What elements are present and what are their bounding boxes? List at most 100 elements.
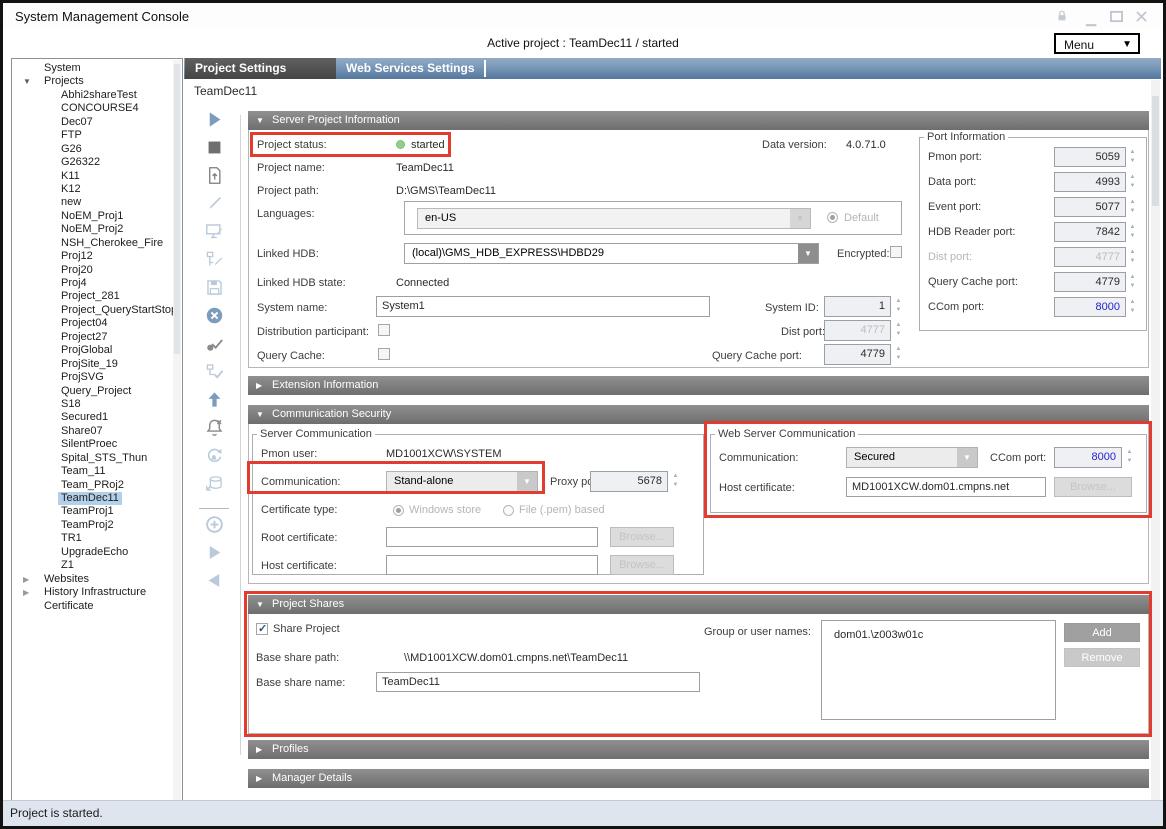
pen-icon[interactable]	[199, 194, 229, 222]
tree-scrollbar[interactable]	[173, 60, 181, 803]
network-edit-icon[interactable]	[199, 250, 229, 278]
tree-item-noem-proj2[interactable]: NoEM_Proj2	[12, 223, 182, 236]
stepper-arrows-icon[interactable]: ▲▼	[1128, 173, 1137, 193]
linked-hdb-select[interactable]: (local)\GMS_HDB_EXPRESS\HDBD29 ▼	[404, 243, 819, 264]
tree-item-proj4[interactable]: Proj4	[12, 277, 182, 290]
stepper-arrows-icon[interactable]: ▲▼	[1125, 448, 1134, 468]
tree-item-websites[interactable]: ▶Websites	[12, 573, 182, 586]
chevron-down-icon[interactable]: ▼	[23, 75, 31, 88]
languages-select[interactable]: en-US ▼	[417, 208, 811, 229]
tree-item-teamproj2[interactable]: TeamProj2	[12, 519, 182, 532]
db-restore-icon[interactable]	[199, 474, 229, 502]
tree-item-share07[interactable]: Share07	[12, 425, 182, 438]
tree-item-dec07[interactable]: Dec07	[12, 116, 182, 129]
section-header-communication-security[interactable]: ▼Communication Security	[248, 405, 1149, 424]
group-name-item[interactable]: dom01.\z003w01c	[822, 621, 1055, 641]
tree-item-g26322[interactable]: G26322	[12, 156, 182, 169]
tree-item-new[interactable]: new	[12, 196, 182, 209]
maximize-button[interactable]	[1109, 10, 1125, 22]
tree-item-k12[interactable]: K12	[12, 183, 182, 196]
network-check-icon[interactable]	[199, 362, 229, 390]
web-communication-select[interactable]: Secured ▼	[846, 447, 978, 468]
event-port-stepper[interactable]: 5077	[1054, 197, 1126, 217]
upload-icon[interactable]	[199, 390, 229, 418]
close-button[interactable]	[1135, 10, 1151, 22]
save-icon[interactable]	[199, 278, 229, 306]
tree-item-spital-sts-thun[interactable]: Spital_STS_Thun	[12, 452, 182, 465]
tree-item-projects[interactable]: ▼Projects	[12, 75, 182, 88]
system-name-input[interactable]: System1	[376, 296, 710, 317]
stepper-arrows-icon[interactable]: ▲▼	[1128, 223, 1137, 243]
alarm-off-icon[interactable]	[199, 418, 229, 446]
tree-item-tr1[interactable]: TR1	[12, 532, 182, 545]
save-as-icon[interactable]	[199, 166, 229, 194]
tree-item-teamproj1[interactable]: TeamProj1	[12, 505, 182, 518]
pmon-port-stepper[interactable]: 5059	[1054, 147, 1126, 167]
encrypted-checkbox[interactable]	[890, 246, 902, 258]
pem-file-radio[interactable]	[503, 505, 514, 516]
section-header-extension-information[interactable]: ▶Extension Information	[248, 376, 1149, 395]
start-icon[interactable]	[199, 110, 229, 138]
tree-item-query-project[interactable]: Query_Project	[12, 385, 182, 398]
web-host-certificate-browse-button[interactable]: Browse...	[1054, 477, 1132, 497]
tree-item-z1[interactable]: Z1	[12, 559, 182, 572]
data-port-stepper[interactable]: 4993	[1054, 172, 1126, 192]
tree-item-silentproec[interactable]: SilentProec	[12, 438, 182, 451]
tree-item-project27[interactable]: Project27	[12, 331, 182, 344]
monitor-edit-icon[interactable]	[199, 222, 229, 250]
group-names-list[interactable]: dom01.\z003w01c	[821, 620, 1056, 720]
stepper-arrows-icon[interactable]: ▲▼	[1128, 273, 1137, 293]
section-header-project-shares[interactable]: ▼Project Shares	[248, 595, 1149, 614]
stepper-arrows-icon[interactable]: ▲▼	[894, 297, 903, 317]
tree-item-history-infrastructure[interactable]: ▶History Infrastructure	[12, 586, 182, 599]
communication-select[interactable]: Stand-alone ▼	[386, 471, 538, 492]
query-cache-checkbox[interactable]	[378, 348, 390, 360]
dist-port-stepper[interactable]: 4777	[1054, 247, 1126, 267]
stepper-arrows-icon[interactable]: ▲▼	[1128, 148, 1137, 168]
tree-item-upgradeecho[interactable]: UpgradeEcho	[12, 546, 182, 559]
query-cache-port-stepper[interactable]: 4779	[1054, 272, 1126, 292]
host-certificate-input[interactable]	[386, 555, 598, 575]
stepper-arrows-icon[interactable]: ▲▼	[894, 345, 903, 365]
tree-item-concourse4[interactable]: CONCOURSE4	[12, 102, 182, 115]
windows-store-radio[interactable]	[393, 505, 404, 516]
root-certificate-browse-button[interactable]: Browse...	[610, 527, 674, 547]
section-header-profiles[interactable]: ▶Profiles	[248, 740, 1149, 759]
cancel-icon[interactable]	[199, 306, 229, 334]
stepper-arrows-icon[interactable]: ▲▼	[1128, 248, 1137, 268]
minimize-button[interactable]	[1085, 15, 1101, 27]
tree-item-teamdec11[interactable]: TeamDec11	[12, 492, 182, 505]
web-host-certificate-input[interactable]: MD1001XCW.dom01.cmpns.net	[846, 477, 1046, 497]
tab-web-services-settings[interactable]: Web Services Settings	[336, 58, 484, 79]
back-icon[interactable]	[199, 571, 229, 599]
add-icon[interactable]	[199, 515, 229, 543]
stepper-arrows-icon[interactable]: ▲▼	[671, 472, 680, 492]
tree-item-proj12[interactable]: Proj12	[12, 250, 182, 263]
tree-item-projglobal[interactable]: ProjGlobal	[12, 344, 182, 357]
tree-item-system[interactable]: System	[12, 62, 182, 75]
tree-item-noem-proj1[interactable]: NoEM_Proj1	[12, 210, 182, 223]
tree-item-s18[interactable]: S18	[12, 398, 182, 411]
tree-item-projsvg[interactable]: ProjSVG	[12, 371, 182, 384]
query-cache-port-stepper[interactable]: 4779	[824, 344, 891, 365]
tree-item-abhi2sharetest[interactable]: Abhi2shareTest	[12, 89, 182, 102]
root-certificate-input[interactable]	[386, 527, 598, 547]
forward-icon[interactable]	[199, 543, 229, 571]
base-share-name-input[interactable]: TeamDec11	[376, 672, 700, 692]
stepper-arrows-icon[interactable]: ▲▼	[894, 321, 903, 341]
tree-item-certificate[interactable]: Certificate	[12, 600, 182, 613]
section-header-manager-details[interactable]: ▶Manager Details	[248, 769, 1149, 788]
share-project-checkbox[interactable]	[256, 623, 268, 635]
tree-item-team-proj2[interactable]: Team_PRoj2	[12, 479, 182, 492]
system-id-stepper[interactable]: 1	[824, 296, 891, 317]
menu-dropdown[interactable]: Menu ▼	[1054, 33, 1140, 54]
tree-item-nsh-cherokee-fire[interactable]: NSH_Cherokee_Fire	[12, 237, 182, 250]
dist-port-stepper[interactable]: 4777	[824, 320, 891, 341]
chevron-right-icon[interactable]: ▶	[23, 573, 29, 586]
tree-item-project-querystartstop[interactable]: Project_QueryStartStop	[12, 304, 182, 317]
tree-item-g26[interactable]: G26	[12, 143, 182, 156]
host-certificate-browse-button[interactable]: Browse...	[610, 555, 674, 575]
tree-item-ftp[interactable]: FTP	[12, 129, 182, 142]
alarm-sync-icon[interactable]	[199, 446, 229, 474]
tab-project-settings[interactable]: Project Settings	[185, 58, 336, 79]
